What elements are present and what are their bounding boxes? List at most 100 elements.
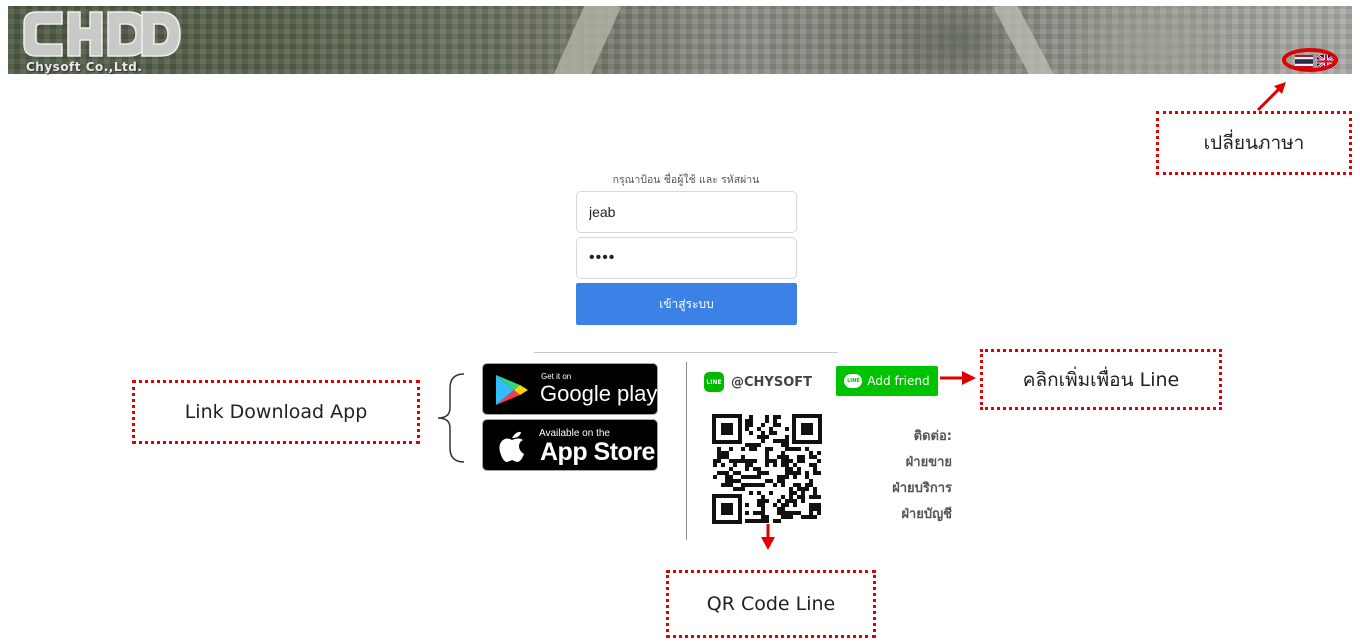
qr-module bbox=[765, 463, 769, 467]
qr-module bbox=[761, 499, 765, 503]
add-line-friend-callout-text: คลิกเพิ่มเพื่อน Line bbox=[1022, 368, 1180, 391]
qr-module bbox=[809, 495, 813, 499]
qr-module bbox=[729, 483, 733, 487]
qr-module bbox=[769, 447, 773, 451]
banner-road-graphic bbox=[549, 6, 621, 74]
qr-module bbox=[713, 475, 717, 479]
qr-module bbox=[757, 467, 761, 471]
qr-module bbox=[745, 423, 749, 427]
qr-module bbox=[761, 471, 765, 475]
qr-module bbox=[781, 443, 785, 447]
qr-module bbox=[793, 463, 797, 467]
language-switcher[interactable] bbox=[1290, 54, 1340, 72]
qr-module bbox=[817, 511, 821, 515]
login-button[interactable]: เข้าสู่ระบบ bbox=[576, 283, 797, 325]
line-qr-code bbox=[712, 414, 822, 524]
qr-module bbox=[737, 471, 741, 475]
contact-service[interactable]: ฝ่ายบริการ bbox=[840, 476, 952, 502]
qr-module bbox=[789, 471, 793, 475]
logo-mark-icon bbox=[23, 11, 181, 57]
username-input[interactable] bbox=[576, 191, 797, 233]
qr-module bbox=[757, 503, 761, 507]
qr-module bbox=[777, 519, 781, 523]
qr-module bbox=[721, 483, 725, 487]
qr-module bbox=[773, 459, 777, 463]
change-language-callout: เปลี่ยนภาษา bbox=[1156, 111, 1352, 175]
app-store-badge[interactable]: Available on the App Store bbox=[482, 419, 658, 471]
qr-module bbox=[753, 483, 757, 487]
qr-code-callout: QR Code Line bbox=[666, 570, 876, 638]
google-badge-small-text: Get it on bbox=[541, 372, 572, 381]
qr-module bbox=[749, 443, 753, 447]
download-app-callout-text: Link Download App bbox=[184, 401, 368, 423]
qr-module bbox=[741, 483, 745, 487]
qr-module bbox=[769, 459, 773, 463]
qr-module bbox=[757, 471, 761, 475]
qr-module bbox=[765, 519, 769, 523]
qr-module bbox=[745, 459, 749, 463]
contact-sales[interactable]: ฝ่ายขาย bbox=[840, 450, 952, 476]
qr-module bbox=[813, 503, 817, 507]
qr-module bbox=[785, 435, 789, 439]
qr-module bbox=[717, 451, 721, 455]
qr-module bbox=[773, 439, 777, 443]
qr-module bbox=[749, 447, 753, 451]
qr-module bbox=[801, 491, 805, 495]
qr-module bbox=[805, 483, 809, 487]
qr-module bbox=[745, 503, 749, 507]
uk-flag-icon[interactable] bbox=[1317, 55, 1335, 68]
qr-module bbox=[789, 515, 793, 519]
qr-module bbox=[745, 475, 749, 479]
qr-module bbox=[777, 475, 781, 479]
qr-module bbox=[737, 487, 741, 491]
qr-module bbox=[749, 459, 753, 463]
qr-module bbox=[717, 447, 721, 451]
password-input[interactable] bbox=[576, 237, 797, 279]
qr-module bbox=[817, 451, 821, 455]
google-play-badge[interactable]: Get it on Google play bbox=[482, 363, 658, 415]
qr-module bbox=[809, 483, 813, 487]
qr-module bbox=[785, 459, 789, 463]
qr-module bbox=[765, 515, 769, 519]
qr-module bbox=[753, 443, 757, 447]
qr-module bbox=[789, 447, 793, 451]
qr-module bbox=[733, 479, 737, 483]
qr-module bbox=[757, 427, 761, 431]
add-friend-button[interactable]: LINE Add friend bbox=[836, 366, 938, 396]
qr-module bbox=[773, 503, 777, 507]
contact-info: ติดต่อ: ฝ่ายขาย ฝ่ายบริการ ฝ่ายบัญชี bbox=[840, 424, 952, 528]
qr-module bbox=[765, 419, 769, 423]
qr-module bbox=[745, 483, 749, 487]
qr-module bbox=[749, 415, 753, 419]
qr-module bbox=[789, 467, 793, 471]
qr-module bbox=[717, 455, 721, 459]
qr-module bbox=[765, 479, 769, 483]
qr-module bbox=[785, 467, 789, 471]
qr-module bbox=[785, 499, 789, 503]
qr-module bbox=[721, 463, 725, 467]
thai-flag-icon[interactable] bbox=[1295, 55, 1313, 68]
qr-module bbox=[725, 479, 729, 483]
qr-module bbox=[761, 519, 765, 523]
qr-module bbox=[781, 451, 785, 455]
qr-module bbox=[793, 471, 797, 475]
qr-module bbox=[797, 511, 801, 515]
line-account-id: @CHYSOFT bbox=[731, 374, 812, 390]
column-divider bbox=[686, 362, 687, 540]
qr-module bbox=[773, 423, 777, 427]
contact-accounting[interactable]: ฝ่ายบัญชี bbox=[840, 502, 952, 528]
qr-module bbox=[757, 475, 761, 479]
qr-module bbox=[749, 419, 753, 423]
qr-module bbox=[781, 455, 785, 459]
qr-module bbox=[813, 463, 817, 467]
qr-module bbox=[801, 487, 805, 491]
add-friend-label: Add friend bbox=[867, 374, 930, 388]
qr-module bbox=[789, 491, 793, 495]
qr-module bbox=[757, 491, 761, 495]
qr-module bbox=[801, 459, 805, 463]
qr-module bbox=[777, 455, 781, 459]
qr-module bbox=[809, 507, 813, 511]
qr-module bbox=[813, 487, 817, 491]
line-logo-icon: LINE bbox=[704, 372, 724, 392]
qr-module bbox=[797, 495, 801, 499]
